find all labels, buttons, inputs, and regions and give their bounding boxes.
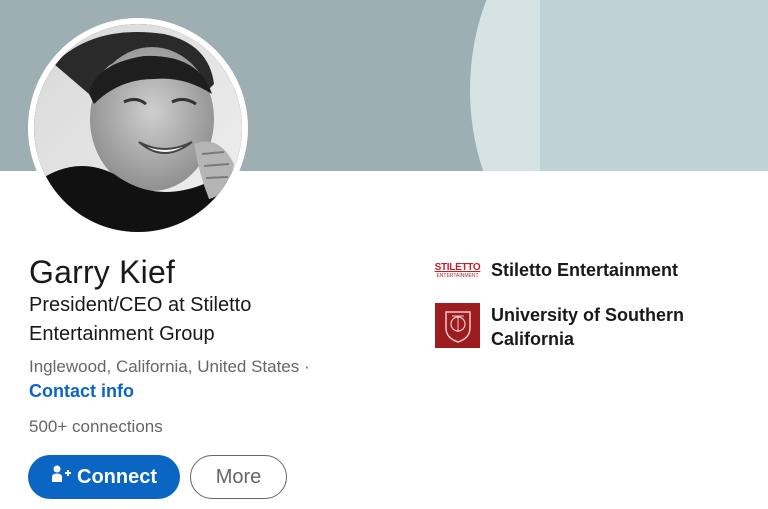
- profile-location: Inglewood, California, United States ·: [29, 357, 310, 376]
- experience-item-stiletto[interactable]: STILETTO ENTERTAINMENT Stiletto Entertai…: [435, 258, 701, 282]
- banner-light-block: [540, 0, 768, 171]
- avatar[interactable]: [28, 18, 248, 238]
- add-person-icon: [51, 464, 71, 490]
- usc-seal-icon: [435, 303, 480, 348]
- connect-button[interactable]: Connect: [28, 455, 180, 499]
- education-item-usc[interactable]: University of Southern California: [435, 303, 701, 351]
- stiletto-logo: STILETTO ENTERTAINMENT: [434, 261, 481, 279]
- connect-button-label: Connect: [77, 465, 157, 488]
- profile-headline: President/CEO at Stiletto Entertainment …: [29, 294, 252, 345]
- profile-name: Garry Kief: [29, 254, 176, 290]
- education-school-name: University of Southern California: [491, 305, 685, 349]
- connections-count[interactable]: 500+ connections: [29, 417, 163, 437]
- profile-photo: [34, 24, 242, 232]
- experience-company-name: Stiletto Entertainment: [491, 260, 679, 280]
- more-button[interactable]: More: [190, 455, 287, 499]
- contact-info-link[interactable]: Contact info: [29, 381, 134, 402]
